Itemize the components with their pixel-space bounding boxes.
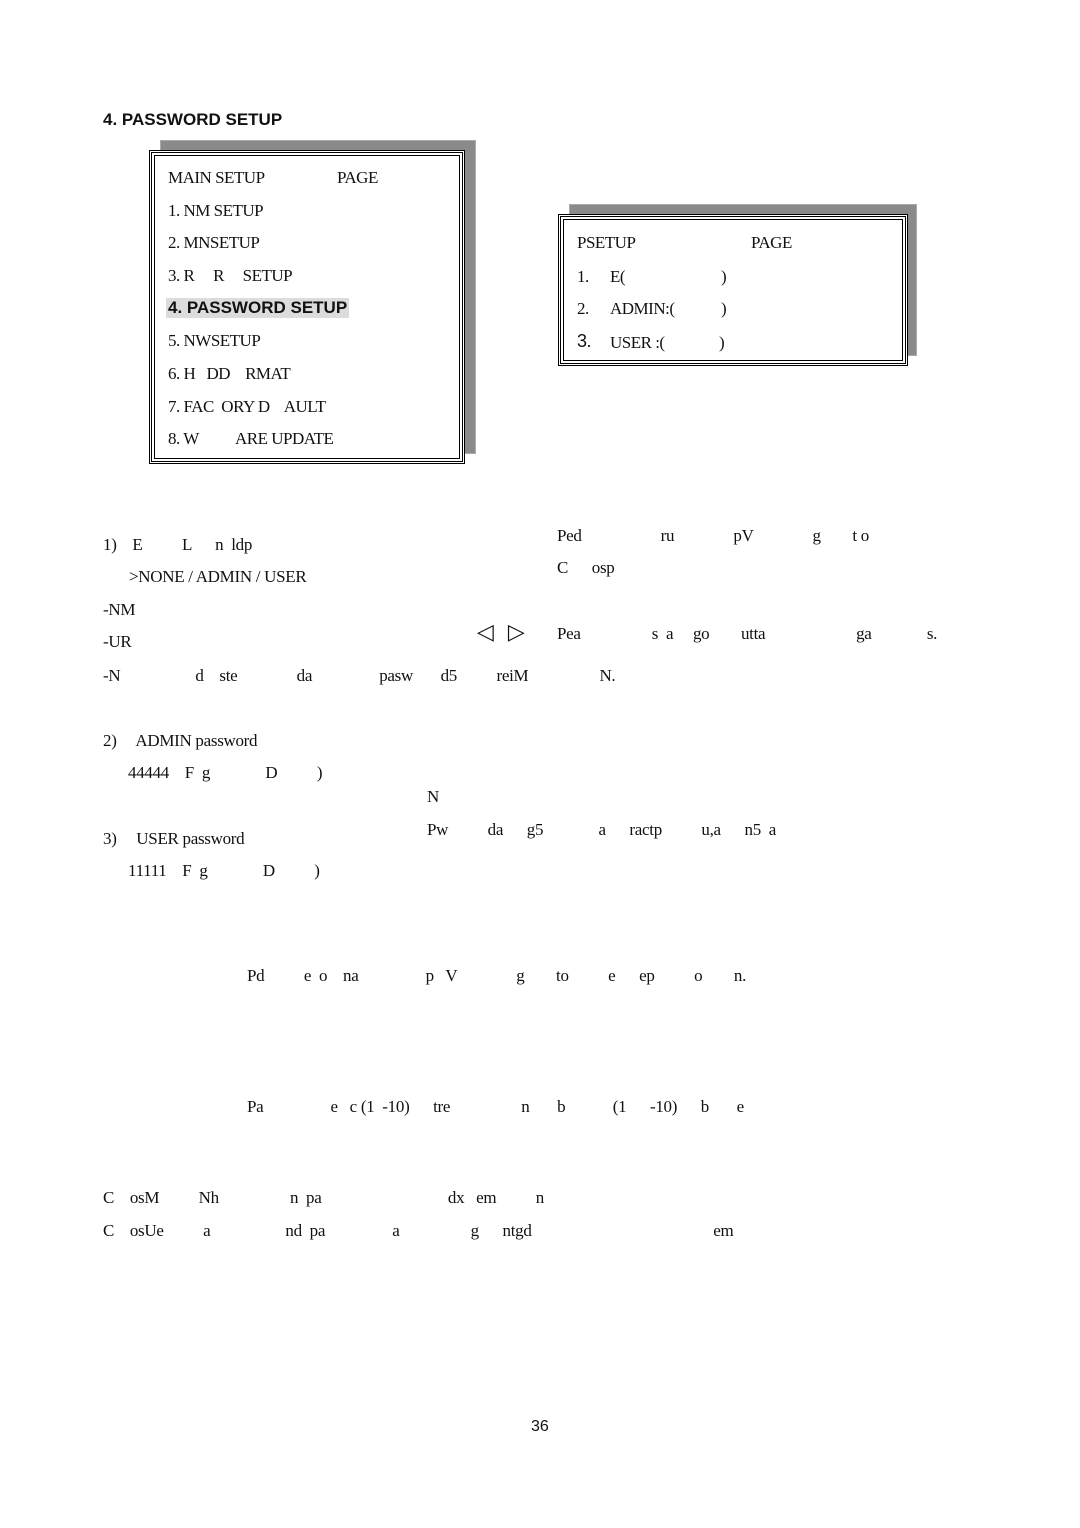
menu-item[interactable]: 8. W ARE UPDATE — [168, 429, 334, 449]
menu-item-selected[interactable]: 4. PASSWORD SETUP — [166, 298, 350, 318]
item2-heading: 2) ADMIN password — [103, 731, 258, 750]
bottom-line-3: C osM Nh n pa dx em n — [103, 1188, 545, 1207]
option-note: -N d ste da pasw d5 reiM N. — [103, 666, 616, 685]
note-label: N — [427, 787, 439, 806]
manual-page: 4. PASSWORD SETUP MAIN SETUP PAGE 1. NM … — [0, 0, 1080, 1528]
pw-item-close: ) — [721, 267, 727, 286]
option-user: -UR — [103, 632, 132, 651]
menu-item[interactable]: 5. NWSETUP — [168, 331, 261, 351]
menu-item[interactable]: 1. NM SETUP — [168, 201, 264, 221]
right-line-2: C osp — [557, 558, 615, 577]
page-number: 36 — [531, 1418, 549, 1435]
item3-default: 11111 F g D ) — [128, 861, 320, 880]
pw-item-close: ) — [719, 333, 725, 352]
section-title: 4. PASSWORD SETUP — [103, 110, 283, 129]
option-none: -NM — [103, 600, 136, 619]
pw-item-enable[interactable]: E( — [610, 267, 626, 287]
item3-heading: 3) USER password — [103, 829, 245, 848]
bottom-line-2: Pa e c (1 -10) tre n b (1 -10) b e — [247, 1097, 744, 1116]
item2-default: 44444 F g D ) — [128, 763, 323, 782]
item1-options: >NONE / ADMIN / USER — [129, 567, 307, 586]
pw-item-admin[interactable]: ADMIN:( — [610, 299, 675, 319]
pw-item-close: ) — [721, 299, 727, 318]
left-right-arrow-icons: ◁ ▷ — [477, 620, 525, 645]
item1-text: 1) E L n ldp — [103, 535, 253, 554]
menu-item[interactable]: 7. FAC ORY D AULT — [168, 397, 326, 417]
menu-item[interactable]: 3. R R SETUP — [168, 266, 293, 286]
bottom-line-1: Pd e o na p V g to e ep o n. — [247, 966, 747, 985]
pw-menu-header-left: PSETUP — [577, 233, 636, 252]
pw-item-num: 1. — [577, 267, 589, 286]
menu-item[interactable]: 2. MNSETUP — [168, 233, 260, 253]
pw-menu-header-right: PAGE — [751, 233, 792, 252]
pw-item-user[interactable]: USER :( — [610, 333, 665, 353]
menu-header-right: PAGE — [337, 168, 378, 187]
menu-header-left: MAIN SETUP — [168, 168, 265, 187]
pw-item-num: 2. — [577, 299, 589, 318]
right-line-3: Pea s a go utta ga s. — [557, 624, 938, 643]
note-text: Pw da g5 a ractp u,a n5 a — [427, 820, 777, 839]
pw-item-num: 3. — [577, 331, 592, 351]
menu-item[interactable]: 6. H DD RMAT — [168, 364, 291, 384]
right-line-1: Ped ru pV g t o — [557, 526, 869, 545]
bottom-line-4: C osUe a nd pa a g ntgd em — [103, 1221, 734, 1240]
